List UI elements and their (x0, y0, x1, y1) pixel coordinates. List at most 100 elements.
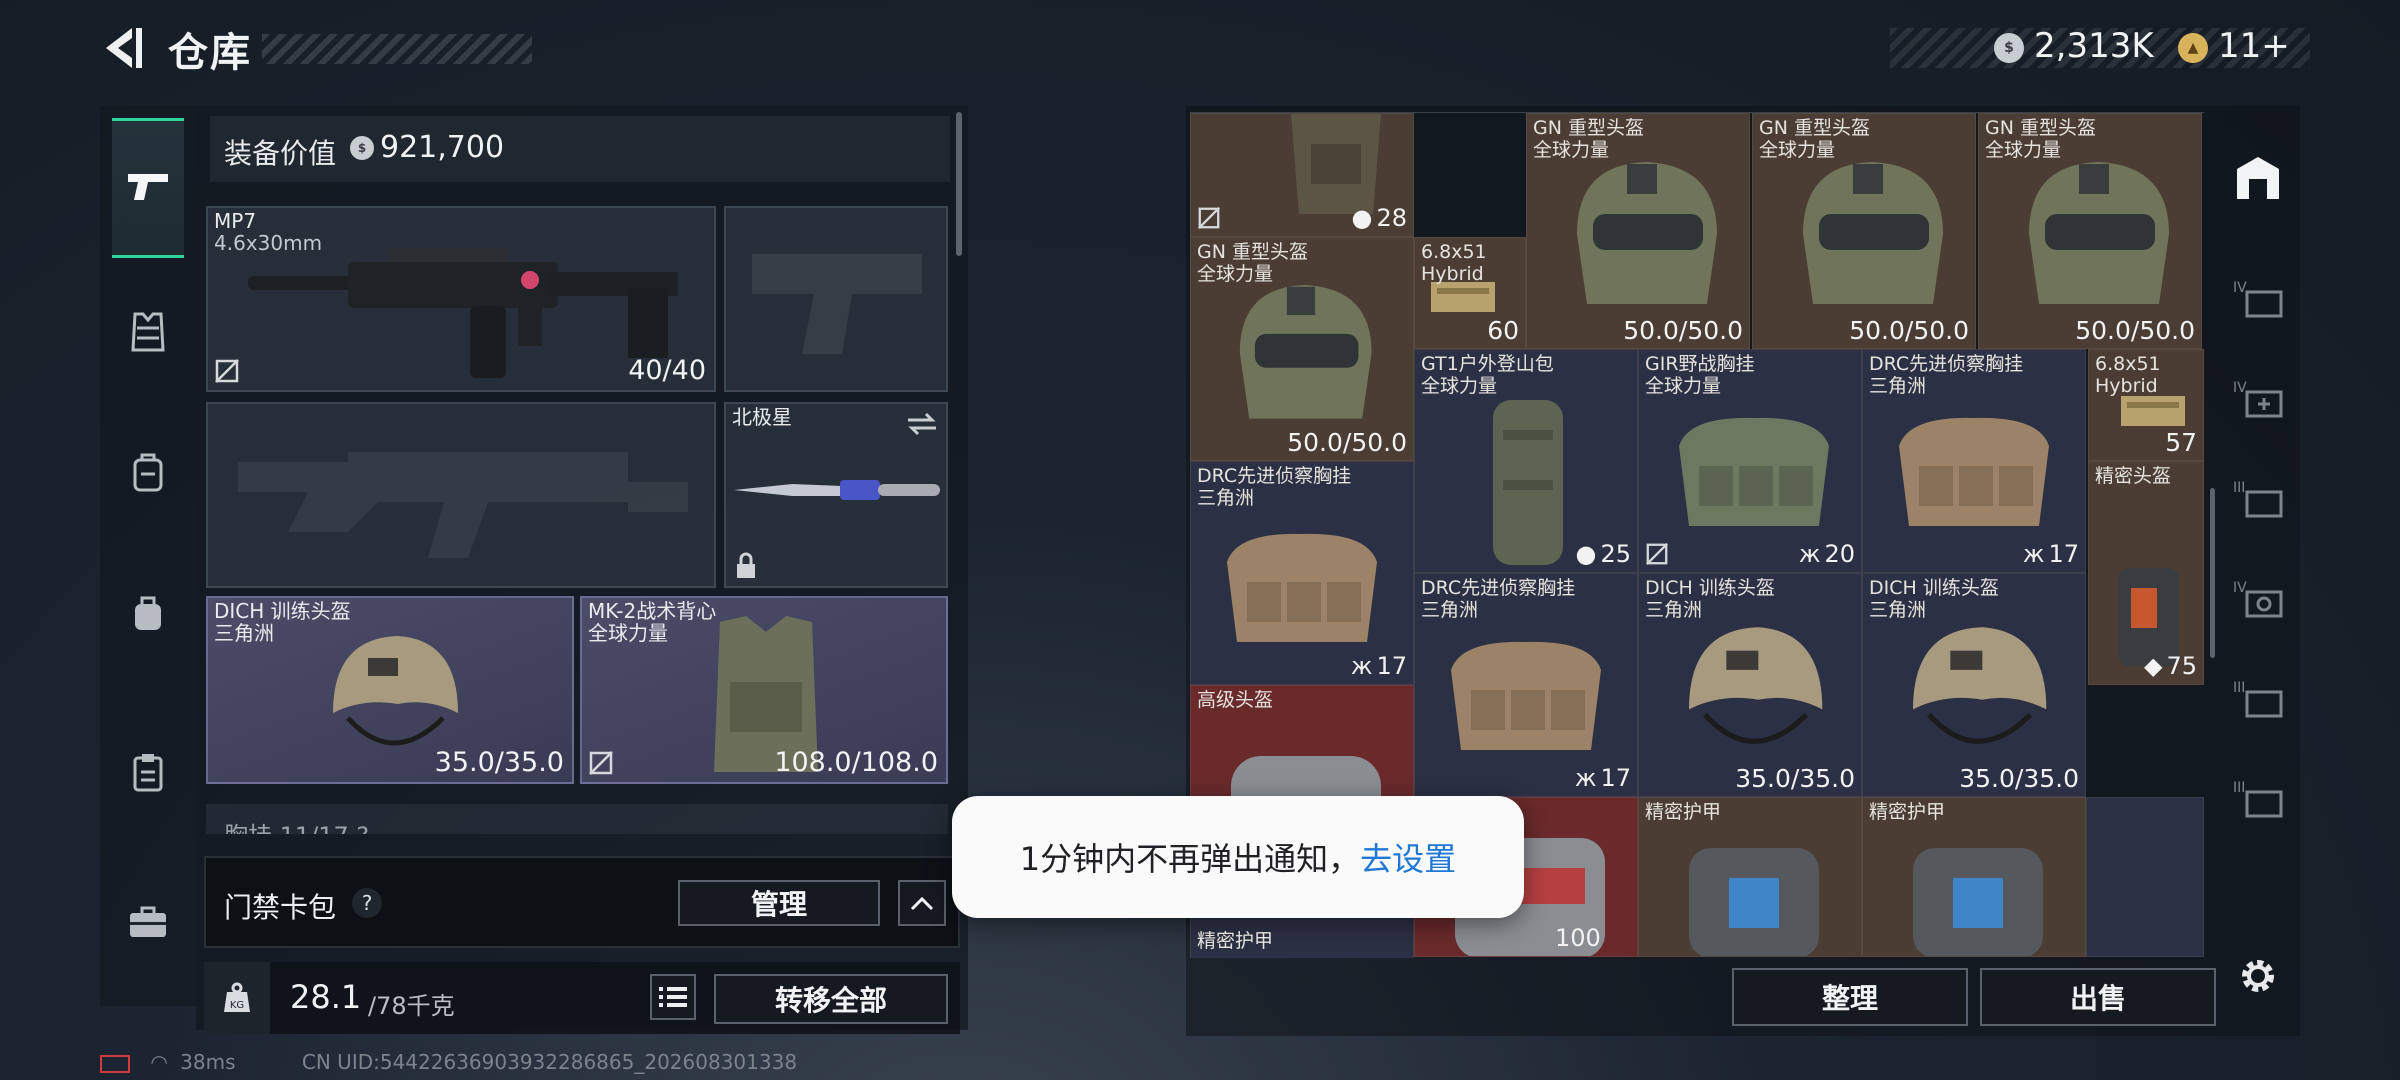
secondary-weapon-slot-empty[interactable] (206, 402, 716, 588)
help-icon[interactable]: ? (352, 888, 382, 918)
inventory-item-gn-helmet[interactable]: GN 重型头盔 全球力量 50.0/50.0 (1526, 113, 1750, 349)
helmet-durability: 35.0/35.0 (434, 747, 564, 778)
helmet-slot[interactable]: DICH 训练头盔 三角洲 35.0/35.0 (206, 596, 574, 784)
item-maker: 三角洲 (1421, 599, 1479, 621)
gn-helmet-image (2029, 162, 2169, 304)
item-name: 精密头盔 (2095, 465, 2172, 487)
tab-bag[interactable] (112, 576, 184, 648)
gn-helmet-image (1239, 284, 1372, 419)
item-count: 17 (1376, 652, 1407, 680)
melee-slot[interactable]: 北极星 (724, 402, 948, 588)
manage-button[interactable]: 管理 (678, 880, 880, 926)
inventory-item-ammo[interactable]: 6.8x51 Hybrid 60 (1414, 237, 1526, 349)
backpack-icon (133, 453, 163, 492)
sort-button[interactable]: 整理 (1732, 968, 1968, 1026)
page-title: 仓库 (168, 30, 252, 76)
tab-storage-iv-add[interactable]: IV (2228, 368, 2288, 428)
inventory-item-precise-helmet[interactable]: 精密头盔 ◆ 75 (2088, 461, 2204, 685)
item-maker: 全球力量 (1533, 139, 1610, 161)
tab-toolbox[interactable] (112, 886, 184, 958)
chest-rig-row[interactable]: 胸挂 11/17 ? (206, 804, 948, 834)
item-name: 精密护甲 (1869, 801, 1946, 823)
tab-storage-iii-c[interactable]: III (2228, 768, 2288, 828)
pistol-slot-empty[interactable] (724, 206, 948, 392)
item-name: DICH 训练头盔 (1645, 577, 1775, 599)
sell-button[interactable]: 出售 (1980, 968, 2216, 1026)
item-count: 60 (1487, 316, 1519, 345)
melee-name: 北极星 (732, 405, 792, 429)
inventory-item-chest-rig[interactable]: DRC先进侦察胸挂 三角洲 ж 17 (1190, 461, 1414, 685)
tab-storage-iv-b[interactable]: IV (2228, 568, 2288, 628)
no-insurance-icon (215, 359, 239, 383)
expansion-box-icon: IV (2233, 280, 2283, 318)
inventory-item-dich-helmet[interactable]: DICH 训练头盔 三角洲 35.0/35.0 (1862, 573, 2086, 797)
item-name: GN 重型头盔 (1197, 241, 1308, 263)
primary-weapon-slot[interactable]: MP7 4.6x30mm 40/40 (206, 206, 716, 392)
rifle-silhouette-icon (238, 452, 688, 558)
item-name: DICH 训练头盔 (1869, 577, 1999, 599)
svg-text:III: III (2233, 480, 2245, 496)
expansion-box-icon: III (2233, 480, 2283, 518)
inventory-empty-cell[interactable] (2086, 797, 2204, 957)
tab-weapons[interactable] (112, 118, 184, 258)
inventory-item-vest-partial[interactable]: ● 28 (1190, 113, 1414, 237)
inventory-item-gn-helmet[interactable]: GN 重型头盔 全球力量 50.0/50.0 (1190, 237, 1414, 461)
backpack-small-icon: ● (1351, 204, 1373, 232)
svg-text:KG: KG (230, 1000, 244, 1011)
notification-toast: 1分钟内不再弹出通知， 去设置 (952, 796, 1524, 918)
item-maker: 全球力量 (1759, 139, 1836, 161)
tab-case[interactable] (112, 736, 184, 808)
inventory-item-dich-helmet[interactable]: DICH 训练头盔 三角洲 35.0/35.0 (1638, 573, 1862, 797)
pouch-icon (135, 596, 161, 630)
chest-rig-image (1227, 533, 1377, 642)
tab-storage-iv[interactable]: IV (2228, 268, 2288, 328)
back-arrow-icon (106, 28, 142, 68)
inventory-item-gn-helmet[interactable]: GN 重型头盔 全球力量 50.0/50.0 (1752, 113, 1976, 349)
armor-image (1689, 848, 1819, 956)
helmet-image (1689, 627, 1823, 744)
item-maker: 三角洲 (1869, 599, 1927, 621)
inventory-scrollbar[interactable] (2210, 488, 2215, 658)
item-maker: 三角洲 (1645, 599, 1703, 621)
item-durability: 35.0/35.0 (1735, 764, 1855, 793)
tab-storage-home[interactable] (2228, 148, 2288, 208)
back-button[interactable] (98, 22, 148, 74)
battery-icon (100, 1054, 130, 1073)
tab-storage-iii[interactable]: III (2228, 468, 2288, 528)
svg-text:IV: IV (2233, 380, 2247, 396)
storage-tabs: IV IV III IV III III (2220, 112, 2296, 1012)
gn-helmet-image (1803, 162, 1943, 304)
inventory-item-backpack[interactable]: GT1户外登山包 全球力量 ● 25 (1414, 349, 1638, 573)
inventory-item-chest-rig[interactable]: GIR野战胸挂 全球力量 ж 20 (1638, 349, 1862, 573)
collapse-button[interactable] (898, 880, 946, 926)
svg-text:IV: IV (2233, 580, 2247, 596)
item-name: GN 重型头盔 (1985, 117, 2096, 139)
inventory-item-ammo[interactable]: 6.8x51 Hybrid 57 (2088, 349, 2204, 461)
transfer-all-button[interactable]: 转移全部 (714, 974, 948, 1024)
inventory-item-precise-armor[interactable]: 精密护甲 (1638, 797, 1862, 957)
inventory-item-chest-rig[interactable]: DRC先进侦察胸挂 三角洲 ж 17 (1414, 573, 1638, 797)
armor-name: MK-2战术背心 (588, 599, 717, 623)
toast-settings-link[interactable]: 去设置 (1360, 834, 1456, 880)
loadout-scrollbar[interactable] (956, 112, 962, 256)
item-maker: 全球力量 (1985, 139, 2062, 161)
item-count: 17 (1600, 764, 1631, 792)
inventory-item-chest-rig[interactable]: DRC先进侦察胸挂 三角洲 ж 17 (1862, 349, 2086, 573)
settings-button[interactable] (2228, 946, 2288, 1006)
keycard-pack-row: 门禁卡包 ? 管理 (204, 856, 960, 948)
tab-backpack[interactable] (112, 436, 184, 508)
no-insurance-icon (1198, 207, 1220, 229)
list-view-button[interactable] (650, 974, 696, 1020)
equipment-value-row: 装备价值 $ 921,700 (210, 116, 950, 182)
coin-balance: 2,313K (2034, 26, 2154, 66)
tab-storage-iii-b[interactable]: III (2228, 668, 2288, 728)
armor-durability: 108.0/108.0 (774, 747, 938, 778)
coin-icon: $ (350, 136, 374, 160)
inventory-item-precise-armor[interactable]: 精密护甲 (1862, 797, 2086, 957)
armor-slot[interactable]: MK-2战术背心 全球力量 108.0/108.0 (580, 596, 948, 784)
expansion-box-icon: III (2233, 780, 2283, 818)
tab-armor[interactable] (112, 296, 184, 368)
swap-icon[interactable] (906, 410, 938, 438)
inventory-item-gn-helmet[interactable]: GN 重型头盔 全球力量 50.0/50.0 (1978, 113, 2202, 349)
item-count: 28 (1376, 204, 1407, 232)
